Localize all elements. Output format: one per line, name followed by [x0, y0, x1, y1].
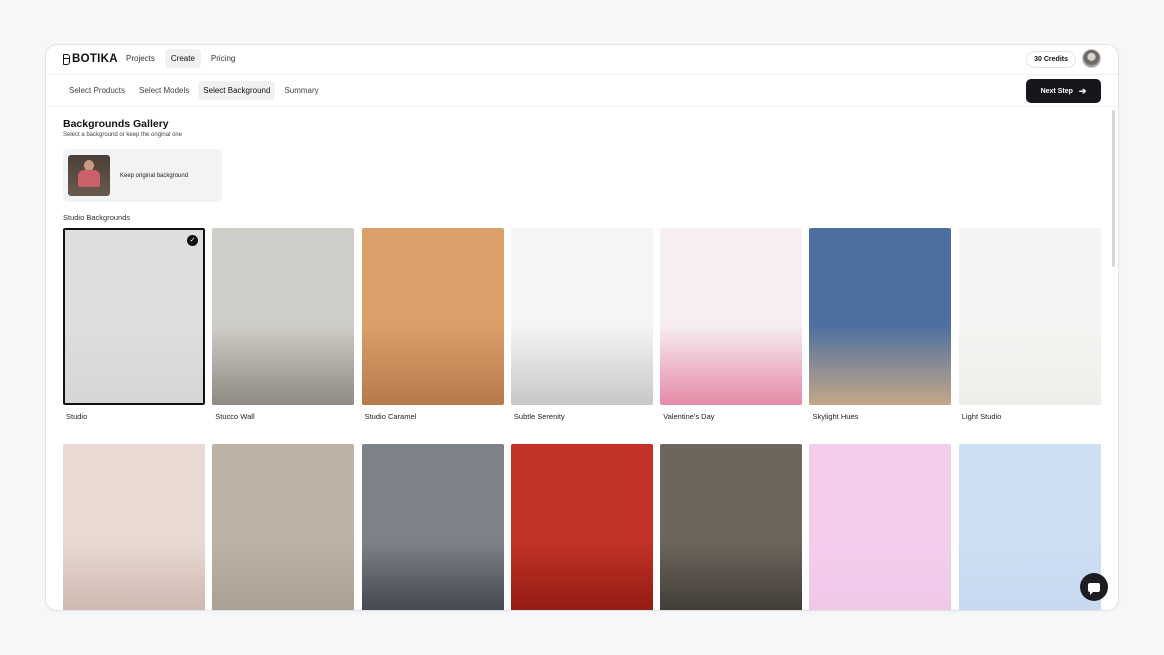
step-select-background[interactable]: Select Background	[198, 81, 276, 100]
chat-support-button[interactable]	[1080, 573, 1108, 601]
backgrounds-content: Backgrounds Gallery Select a background …	[46, 108, 1118, 610]
background-preview-image	[361, 444, 504, 610]
brand-name: BOTIKA	[72, 53, 118, 65]
background-preview-image	[212, 444, 355, 610]
page-subtitle: Select a background or keep the original…	[63, 132, 183, 138]
section-heading-studio-backgrounds: Studio Backgrounds	[63, 213, 131, 222]
background-tile-label: Subtle Serenity	[513, 412, 565, 421]
step-select-models[interactable]: Select Models	[134, 81, 194, 100]
background-tile-label: Studio	[66, 412, 88, 421]
background-preview-image	[809, 228, 952, 405]
background-tile[interactable]	[63, 444, 205, 610]
arrow-right-icon: ➔	[1078, 85, 1087, 96]
background-tile[interactable]: Subtle Serenity	[510, 228, 653, 434]
background-tile[interactable]: ✓ Studio	[63, 228, 205, 434]
original-photo-thumbnail	[68, 155, 110, 196]
nav-create[interactable]: Create	[164, 49, 201, 68]
background-tile-label: Valentine's Day	[663, 412, 715, 421]
background-tile[interactable]	[660, 444, 803, 610]
page-title: Backgrounds Gallery	[63, 118, 169, 130]
backgrounds-grid: ✓ Studio Stucco Wall Studio Caramel Subtle S…	[63, 228, 1101, 610]
nav-projects[interactable]: Projects	[120, 49, 161, 68]
background-tile-label: Stucco Wall	[215, 412, 255, 421]
next-step-label: Next Step	[1040, 87, 1073, 95]
next-step-button[interactable]: Next Step ➔	[1026, 79, 1101, 103]
background-preview-image	[63, 444, 205, 610]
background-tile[interactable]: Valentine's Day	[660, 228, 803, 434]
background-preview-image	[510, 228, 653, 405]
keep-original-label: Keep original background	[120, 172, 189, 179]
app-window: BOTIKA Projects Create Pricing 30 Credit…	[45, 44, 1119, 611]
logo-mark-icon	[63, 53, 70, 65]
credits-badge[interactable]: 30 Credits	[1026, 51, 1076, 68]
background-preview-image	[660, 228, 803, 405]
chat-bubble-icon	[1088, 582, 1100, 595]
nav-pricing[interactable]: Pricing	[205, 49, 241, 68]
background-tile[interactable]: Studio Caramel	[361, 228, 504, 434]
background-preview-image	[809, 444, 952, 610]
top-navigation-bar: BOTIKA Projects Create Pricing 30 Credit…	[46, 45, 1118, 75]
background-tile[interactable]: Skylight Hues	[809, 228, 952, 434]
background-tile[interactable]: Light Studio	[958, 228, 1101, 434]
background-tile[interactable]: Stucco Wall	[212, 228, 355, 434]
keep-original-background-card[interactable]: Keep original background	[63, 149, 222, 202]
background-tile-label: Studio Caramel	[364, 412, 417, 421]
step-summary[interactable]: Summary	[279, 81, 323, 100]
background-tile[interactable]	[510, 444, 653, 610]
background-preview-image: ✓	[63, 228, 205, 405]
background-preview-image	[212, 228, 355, 405]
main-nav: Projects Create Pricing	[120, 49, 241, 68]
background-preview-image	[510, 444, 653, 610]
step-select-products[interactable]: Select Products	[64, 81, 130, 100]
checkmark-icon: ✓	[187, 235, 198, 246]
background-preview-image	[958, 228, 1101, 405]
background-tile[interactable]	[212, 444, 355, 610]
background-tile[interactable]	[809, 444, 952, 610]
user-avatar[interactable]	[1082, 49, 1101, 68]
background-preview-image	[361, 228, 504, 405]
wizard-step-bar: Select Products Select Models Select Bac…	[46, 75, 1118, 107]
background-preview-image	[660, 444, 803, 610]
background-tile[interactable]	[361, 444, 504, 610]
background-tile-label: Skylight Hues	[812, 412, 859, 421]
background-tile-label: Light Studio	[961, 412, 1002, 421]
wizard-steps: Select Products Select Models Select Bac…	[64, 81, 324, 100]
botika-logo[interactable]: BOTIKA	[63, 53, 118, 65]
